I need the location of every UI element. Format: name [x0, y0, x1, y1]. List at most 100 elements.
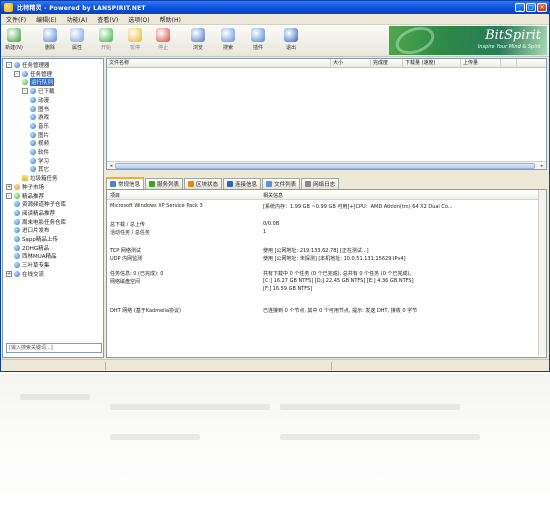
toolbar-button-0[interactable]: 新建(N): [4, 27, 24, 55]
tab-2[interactable]: 区块状态: [184, 178, 223, 189]
toolbar-button-1[interactable]: 删除: [40, 27, 60, 55]
tree-item[interactable]: 三叶草专集: [14, 261, 50, 269]
reflection-ghost: [20, 394, 90, 400]
tree-item[interactable]: + 在线交流: [6, 270, 44, 278]
column-header[interactable]: 大小: [331, 59, 371, 68]
menu-help[interactable]: 帮助(H): [155, 15, 186, 24]
detail-value: 使用 [公网地址: 未探测] [本机地址: 10.0.51.131:15629 …: [263, 256, 406, 262]
tab-4[interactable]: 文件列表: [262, 178, 301, 189]
category-icon: [30, 140, 36, 147]
tree-item[interactable]: 视频: [30, 139, 49, 147]
scroll-thumb[interactable]: [115, 163, 535, 169]
tab-5[interactable]: 网络日志: [301, 178, 340, 189]
title-bar[interactable]: 比特精灵 - Powered by LANSPIRIT.NET _ □ ×: [1, 1, 549, 14]
expand-icon[interactable]: +: [6, 183, 12, 190]
status-bar: [1, 359, 549, 371]
menu-function[interactable]: 功能(A): [62, 15, 93, 24]
collapse-icon[interactable]: -: [22, 88, 28, 95]
tree-item[interactable]: - 任务管理: [14, 70, 52, 78]
task-list[interactable]: 文件名称 大小 完成度 下载量 (速度) 上传量 ◂ ▸: [106, 58, 547, 170]
tab-0[interactable]: 常规信息: [106, 177, 145, 189]
category-icon: [30, 131, 36, 138]
stop-icon: [156, 28, 170, 42]
tree-item[interactable]: 动漫: [30, 96, 49, 104]
toolbar-button-6[interactable]: 浏览: [188, 27, 208, 55]
tree-item[interactable]: 2DHG精品: [14, 244, 49, 252]
menu-bar: 文件(F) 编辑(E) 功能(A) 查看(V) 选项(O) 帮助(H): [1, 14, 549, 25]
scroll-right-icon[interactable]: ▸: [538, 162, 546, 169]
tree-item[interactable]: 垃圾箱任务: [22, 174, 58, 182]
tree-item[interactable]: 软件: [30, 148, 49, 156]
properties-icon: [70, 28, 84, 42]
tree-item[interactable]: - 任务管理器: [6, 61, 50, 69]
folder-icon: [22, 175, 28, 182]
tree-item[interactable]: 图片: [30, 131, 49, 139]
column-header[interactable]: [501, 59, 517, 68]
tree-item[interactable]: 学习: [30, 157, 49, 165]
tab-1[interactable]: 服务列表: [145, 178, 184, 189]
close-button[interactable]: ×: [537, 3, 547, 12]
task-list-hscrollbar[interactable]: ◂ ▸: [107, 161, 546, 169]
toolbar-button-3[interactable]: 开始: [96, 27, 116, 55]
category-icon: [14, 244, 20, 251]
collapse-icon[interactable]: -: [14, 70, 20, 77]
toolbar-button-8[interactable]: 插件: [248, 27, 268, 55]
tree-item-label: 垃圾箱任务: [30, 176, 58, 183]
tree-item-label: 种子市场: [22, 184, 45, 191]
detail-value: 0/0.0B: [263, 221, 280, 227]
window-title: 比特精灵 - Powered by LANSPIRIT.NET: [17, 5, 146, 12]
toolbar-button-9[interactable]: 退出: [281, 27, 301, 55]
column-header[interactable]: 上传量: [461, 59, 501, 68]
scroll-left-icon[interactable]: ◂: [107, 162, 115, 169]
toolbar-button-4[interactable]: 暂停: [125, 27, 145, 55]
column-header[interactable]: 完成度: [371, 59, 403, 68]
column-header[interactable]: 下载量 (速度): [403, 59, 461, 68]
tree-item-label: 软件: [38, 150, 50, 156]
menu-file[interactable]: 文件(F): [1, 15, 31, 24]
tree-search-input[interactable]: [输入搜索关键词...]: [6, 343, 102, 353]
tree-item[interactable]: 周末电影任务仓库: [14, 218, 66, 226]
tree-item-label: 资源频道种子仓库: [22, 202, 67, 209]
minimize-button[interactable]: _: [515, 3, 525, 12]
menu-view[interactable]: 查看(V): [92, 15, 123, 24]
tree-item[interactable]: 资源频道种子仓库: [14, 200, 66, 208]
expand-icon[interactable]: +: [6, 270, 12, 277]
details-panel: 项目 相关信息 Microsoft Windows XP Service Pac…: [106, 190, 547, 358]
toolbar-button-label: 搜索: [222, 45, 233, 51]
category-icon: [14, 253, 20, 260]
category-tree[interactable]: - 任务管理器 - 任务管理 运行队列 - 已下载 动漫 图书 游戏 音乐 图片 视频软件 学习 其它垃圾箱…: [2, 58, 104, 358]
toolbar-button-5[interactable]: 停止: [153, 27, 173, 55]
tree-item[interactable]: 进口片发布: [14, 226, 50, 234]
banner-brand: BitSpirit: [485, 28, 541, 43]
menu-options[interactable]: 选项(O): [123, 15, 154, 24]
tree-item[interactable]: 游戏: [30, 113, 49, 121]
tree-item[interactable]: 图书: [30, 105, 49, 113]
tree-item[interactable]: - 精品推荐: [6, 192, 44, 200]
column-header[interactable]: [517, 59, 546, 68]
toolbar-button-7[interactable]: 搜索: [218, 27, 238, 55]
tree-item[interactable]: - 已下载: [22, 87, 55, 95]
toolbar-button-label: 新建(N): [5, 45, 23, 51]
tab-3[interactable]: 连接信息: [223, 178, 262, 189]
menu-edit[interactable]: 编辑(E): [31, 15, 61, 24]
tree-item[interactable]: Sapp精品上传: [14, 235, 58, 243]
category-icon: [22, 70, 28, 77]
category-icon: [14, 192, 20, 199]
column-header[interactable]: 文件名称: [107, 59, 331, 68]
tree-item[interactable]: 阅读精品推荐: [14, 209, 55, 217]
category-icon: [14, 218, 20, 225]
collapse-icon[interactable]: -: [6, 62, 12, 68]
collapse-icon[interactable]: -: [6, 192, 12, 199]
detail-item: 网络磁盘空间: [110, 279, 141, 285]
tree-item[interactable]: + 种子市场: [6, 183, 44, 191]
tree-item[interactable]: 其它: [30, 165, 49, 173]
category-icon: [30, 122, 36, 129]
toolbar-button-2[interactable]: 属性: [67, 27, 87, 55]
maximize-button[interactable]: □: [526, 3, 536, 12]
tree-item[interactable]: 西林MUA精品: [14, 252, 57, 260]
detail-value: [F:] 16.59 GB NTFS]: [263, 286, 313, 292]
tree-item[interactable]: 音乐: [30, 122, 49, 130]
tree-item[interactable]: 运行队列: [22, 78, 55, 87]
bitspirit-banner[interactable]: BitSpirit Inspire Your Mind & Spirit: [389, 26, 547, 55]
toolbar-button-label: 暂停: [129, 45, 140, 51]
